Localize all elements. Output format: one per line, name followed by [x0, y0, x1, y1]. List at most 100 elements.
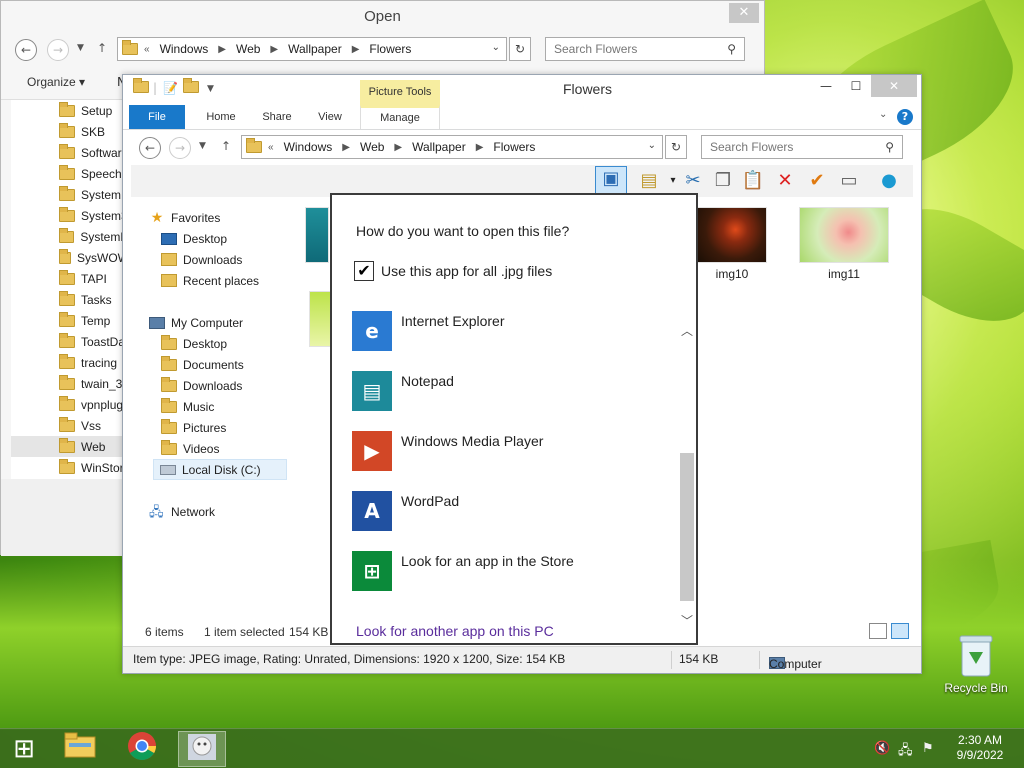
open-address-bar[interactable]: « Windows ▶ Web ▶ Wallpaper ▶ Flowers ⌄	[117, 37, 507, 61]
breadcrumb-flowers[interactable]: Flowers	[493, 140, 535, 154]
tab-file[interactable]: File	[129, 105, 185, 129]
breadcrumb-web[interactable]: Web	[360, 140, 384, 154]
cut-icon[interactable]: ✂	[681, 169, 705, 193]
nav-pc-music[interactable]: Music	[161, 396, 214, 417]
folder-tree-item[interactable]: Speech	[11, 163, 129, 184]
folder-tree-item[interactable]: Vss	[11, 415, 129, 436]
nav-pc-videos[interactable]: Videos	[161, 438, 219, 459]
folder-tree-item[interactable]: Temp	[11, 310, 129, 331]
address-overflow-icon[interactable]: «	[144, 44, 150, 55]
app-option[interactable]: ⊞ Look for an app in the Store	[352, 551, 672, 593]
back-button[interactable]: ←	[15, 39, 37, 61]
explorer-address-bar[interactable]: « Windows ▶ Web ▶ Wallpaper ▶ Flowers ⌄	[241, 135, 663, 159]
use-app-for-all-checkbox[interactable]: ✔	[354, 261, 374, 281]
app-option[interactable]: e Internet Explorer	[352, 311, 672, 353]
paste-icon[interactable]: 📋	[741, 169, 765, 193]
action-center-icon[interactable]: ⚑	[922, 741, 934, 756]
folder-tree-item[interactable]: SKB	[11, 121, 129, 142]
help-icon[interactable]: ?	[897, 109, 913, 125]
breadcrumb-windows[interactable]: Windows	[160, 42, 209, 56]
app-option[interactable]: A WordPad	[352, 491, 672, 533]
open-search-input[interactable]: Search Flowers ⚲	[545, 37, 745, 61]
folder-tree-item[interactable]: Software	[11, 142, 129, 163]
forward-button[interactable]: →	[47, 39, 69, 61]
folder-tree-item[interactable]: SysWOW	[11, 247, 129, 268]
up-button[interactable]: ↑	[221, 139, 231, 153]
image-thumbnail[interactable]	[309, 291, 331, 347]
preview-pane-icon[interactable]: ▣	[595, 166, 627, 196]
forward-button[interactable]: →	[169, 137, 191, 159]
nav-pc-downloads[interactable]: Downloads	[161, 375, 242, 396]
scrollbar-thumb[interactable]	[680, 453, 694, 601]
nav-fav-recent[interactable]: Recent places	[161, 270, 259, 291]
nav-my-computer[interactable]: My Computer	[149, 312, 243, 333]
image-thumbnail-img11[interactable]	[799, 207, 889, 263]
folder-tree-item[interactable]: SystemR	[11, 226, 129, 247]
nav-pc-desktop[interactable]: Desktop	[161, 333, 227, 354]
folder-tree-item[interactable]: Web	[11, 436, 129, 457]
scroll-up-icon[interactable]: ︿	[678, 321, 696, 341]
nav-pc-documents[interactable]: Documents	[161, 354, 244, 375]
breadcrumb-web[interactable]: Web	[236, 42, 260, 56]
properties-icon[interactable]: ▤	[637, 169, 661, 193]
look-for-another-app-link[interactable]: Look for another app on this PC	[356, 623, 554, 639]
folder-tree-item[interactable]: TAPI	[11, 268, 129, 289]
tab-manage[interactable]: Manage	[360, 105, 440, 129]
expand-ribbon-icon[interactable]: ⌄	[879, 109, 887, 120]
folder-tree-item[interactable]: Setup	[11, 100, 129, 121]
app-option[interactable]: ▶ Windows Media Player	[352, 431, 672, 473]
folder-tree-item[interactable]: twain_32	[11, 373, 129, 394]
properties-icon[interactable]: 📝	[163, 81, 178, 95]
refresh-button[interactable]: ↻	[509, 37, 531, 61]
network-status-icon[interactable]: 🖧	[898, 741, 913, 763]
breadcrumb-wallpaper[interactable]: Wallpaper	[412, 140, 466, 154]
tab-share[interactable]: Share	[249, 105, 305, 129]
back-button[interactable]: ←	[139, 137, 161, 159]
tab-view[interactable]: View	[305, 105, 355, 129]
new-folder-icon[interactable]	[183, 78, 205, 96]
recent-locations-icon[interactable]: ▼	[199, 141, 206, 151]
breadcrumb-flowers[interactable]: Flowers	[369, 42, 411, 56]
image-thumbnail-img10[interactable]	[697, 207, 767, 263]
folder-tree-item[interactable]: vpnplug	[11, 394, 129, 415]
chevron-down-icon[interactable]: ⌄	[492, 42, 500, 53]
nav-pc-pictures[interactable]: Pictures	[161, 417, 226, 438]
folder-tree-item[interactable]: System	[11, 184, 129, 205]
nav-fav-desktop[interactable]: Desktop	[161, 228, 227, 249]
taskbar-clock[interactable]: 2:30 AM 9/9/2022	[950, 733, 1010, 763]
rename-icon[interactable]: ▭	[837, 169, 861, 193]
folder-tree-item[interactable]: Tasks	[11, 289, 129, 310]
up-button[interactable]: ↑	[97, 41, 107, 55]
app-taskbar-button[interactable]	[178, 731, 226, 767]
scroll-down-icon[interactable]: ﹀	[678, 611, 696, 631]
folder-tree-item[interactable]: System3	[11, 205, 129, 226]
maximize-button[interactable]: ☐	[841, 75, 871, 97]
web-icon[interactable]: ●	[877, 169, 901, 193]
folder-tree-item[interactable]: ToastDa	[11, 331, 129, 352]
recycle-bin[interactable]: Recycle Bin	[942, 632, 1010, 695]
nav-network[interactable]: 🖧 Network	[149, 501, 215, 522]
start-button[interactable]: ⊞	[0, 731, 48, 767]
file-explorer-taskbar-button[interactable]	[56, 731, 104, 767]
refresh-button[interactable]: ↻	[665, 135, 687, 159]
folder-tree-item[interactable]: tracing	[11, 352, 129, 373]
organize-menu-button[interactable]: Organize ▾	[27, 75, 85, 89]
customize-quick-access-icon[interactable]: ▼	[207, 84, 214, 94]
address-overflow-icon[interactable]: «	[268, 142, 274, 153]
chevron-down-icon[interactable]: ⌄	[648, 140, 656, 151]
volume-muted-icon[interactable]: 🔇	[874, 741, 890, 756]
breadcrumb-wallpaper[interactable]: Wallpaper	[288, 42, 342, 56]
folder-tree-item[interactable]: WinStor	[11, 457, 129, 478]
minimize-button[interactable]: —	[811, 75, 841, 97]
tab-home[interactable]: Home	[193, 105, 249, 129]
close-button[interactable]: ✕	[871, 75, 917, 97]
use-app-for-all-label[interactable]: Use this app for all .jpg files	[381, 263, 552, 279]
details-view-button[interactable]	[869, 623, 887, 639]
large-icons-view-button[interactable]	[891, 623, 909, 639]
image-thumbnail[interactable]	[305, 207, 329, 263]
app-list-scrollbar[interactable]: ︿ ﹀	[678, 315, 696, 635]
select-icon[interactable]: ✔	[805, 169, 829, 193]
nav-fav-downloads[interactable]: Downloads	[161, 249, 242, 270]
delete-icon[interactable]: ✕	[773, 169, 797, 193]
nav-favorites[interactable]: ★ Favorites	[149, 207, 221, 228]
